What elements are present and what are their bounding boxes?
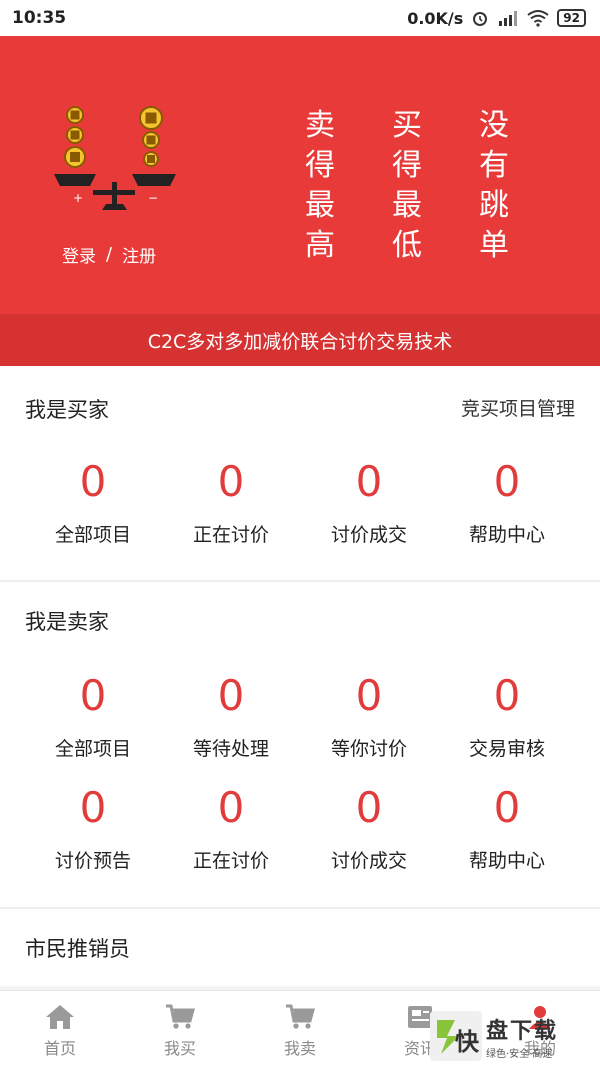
stat-value: 0 (217, 783, 245, 832)
svg-text:−: − (148, 191, 158, 205)
slogan-char: 没 (479, 108, 509, 143)
stat-label: 讨价成交 (330, 850, 407, 872)
stat-label: 全部项目 (54, 738, 131, 760)
status-bar: 10:35 0.0K/s 92 (0, 0, 600, 36)
tab-label: 我卖 (283, 1039, 316, 1058)
stat-label: 帮助中心 (468, 524, 545, 546)
slogan-char: 得 (305, 148, 335, 183)
stat-label: 等你讨价 (330, 738, 407, 760)
seller-stat-help[interactable]: 0 帮助中心 (438, 784, 576, 873)
buyer-stat-negotiating[interactable]: 0 正在讨价 (162, 458, 300, 547)
network-speed: 0.0K/s (407, 8, 464, 28)
wifi-icon (527, 9, 549, 27)
watermark-title: 盘下载 (486, 1018, 559, 1044)
download-logo-icon: 快 (437, 1020, 479, 1056)
svg-text:+: + (73, 191, 83, 205)
cart-icon (286, 1004, 315, 1029)
stat-value: 0 (493, 457, 521, 506)
promoter-title: 市民推销员 (25, 937, 130, 961)
seller-stat-negotiating[interactable]: 0 正在讨价 (162, 784, 300, 873)
signal-icon (497, 9, 519, 27)
stat-value: 0 (217, 457, 245, 506)
watermark-subtitle: 绿色·安全·高速 (486, 1048, 553, 1060)
tagline: C2C多对多加减价联合讨价交易技术 (147, 330, 453, 353)
promoter-section[interactable]: 市民推销员 (0, 909, 600, 986)
slogan-char: 最 (392, 188, 422, 223)
stat-value: 0 (79, 457, 107, 506)
seller-stat-review[interactable]: 0 交易审核 (438, 672, 576, 761)
watermark-logo: 快 (430, 1011, 482, 1061)
slogan-char: 有 (479, 148, 509, 183)
balance-scale-icon: + − (54, 106, 176, 210)
stat-value: 0 (493, 783, 521, 832)
slogan-char: 最 (305, 188, 335, 223)
seller-stat-deal[interactable]: 0 讨价成交 (300, 784, 438, 873)
tab-home[interactable]: 首页 (0, 991, 120, 1067)
stat-value: 0 (79, 783, 107, 832)
status-icons: 0.0K/s 92 (407, 9, 586, 28)
tab-sell[interactable]: 我卖 (240, 991, 360, 1067)
status-time: 10:35 (12, 8, 67, 28)
tab-label: 首页 (43, 1039, 76, 1058)
seller-section: 我是卖家 0 全部项目 0 等待处理 0 等你讨价 0 交易审核 0 讨价预告 0 正在讨价… (0, 582, 600, 904)
stat-label: 讨价成交 (330, 524, 407, 546)
buyer-stat-deal[interactable]: 0 讨价成交 (300, 458, 438, 547)
login-link[interactable]: 登录 (62, 242, 96, 267)
buyer-title: 我是买家 (25, 398, 109, 422)
seller-title: 我是卖家 (25, 610, 109, 634)
tab-label: 我买 (163, 1039, 196, 1058)
svg-text:快: 快 (455, 1028, 479, 1056)
seller-stats-row-1: 0 全部项目 0 等待处理 0 等你讨价 0 交易审核 (24, 672, 576, 761)
register-link[interactable]: 注册 (122, 242, 156, 267)
stat-value: 0 (355, 671, 383, 720)
stat-value: 0 (355, 783, 383, 832)
slogan-column-3: 没 有 跳 单 (476, 106, 512, 266)
stat-value: 0 (79, 671, 107, 720)
buyer-stats: 0 全部项目 0 正在讨价 0 讨价成交 0 帮助中心 (24, 458, 576, 547)
seller-stat-pending[interactable]: 0 等待处理 (162, 672, 300, 761)
seller-stats-row-2: 0 讨价预告 0 正在讨价 0 讨价成交 0 帮助中心 (24, 784, 576, 873)
seller-stat-awaiting-offer[interactable]: 0 等你讨价 (300, 672, 438, 761)
stat-label: 讨价预告 (54, 850, 131, 872)
slogan-char: 跳 (479, 188, 509, 223)
seller-stat-preview[interactable]: 0 讨价预告 (24, 784, 162, 873)
cart-icon (166, 1004, 195, 1029)
slogan-char: 高 (305, 228, 335, 263)
login-separator: / (106, 244, 113, 265)
tagline-band: C2C多对多加减价联合讨价交易技术 (0, 314, 600, 366)
slogan-column-2: 买 得 最 低 (389, 106, 425, 266)
buyer-project-manage-link[interactable]: 竞买项目管理 (461, 394, 575, 421)
slogan-char: 低 (392, 228, 422, 263)
stat-label: 交易审核 (468, 738, 545, 760)
slogan-char: 单 (479, 228, 509, 263)
home-icon (46, 1005, 74, 1029)
stat-value: 0 (355, 457, 383, 506)
stat-label: 正在讨价 (192, 850, 269, 872)
stat-label: 等待处理 (192, 738, 269, 760)
alarm-icon (471, 9, 489, 27)
battery-icon: 92 (557, 9, 586, 27)
stat-label: 帮助中心 (468, 850, 545, 872)
login-register: 登录 / 注册 (62, 242, 156, 267)
content-card: 我是买家 竞买项目管理 0 全部项目 0 正在讨价 0 讨价成交 0 帮助中心 我是卖家… (0, 366, 600, 986)
slogan-char: 买 (392, 108, 422, 143)
slogan: 卖 得 最 高 买 得 最 低 没 有 跳 单 (302, 106, 512, 266)
stat-value: 0 (217, 671, 245, 720)
stat-label: 全部项目 (54, 524, 131, 546)
slogan-char: 卖 (305, 108, 335, 143)
watermark: 快 盘下载 绿色·安全·高速 (430, 1010, 600, 1062)
buyer-stat-all[interactable]: 0 全部项目 (24, 458, 162, 547)
stat-label: 正在讨价 (192, 524, 269, 546)
seller-stat-all[interactable]: 0 全部项目 (24, 672, 162, 761)
hero-banner: + − 登录 / 注册 卖 得 最 高 买 得 最 低 没 有 跳 单 C2C多… (0, 36, 600, 366)
buyer-section: 我是买家 竞买项目管理 0 全部项目 0 正在讨价 0 讨价成交 0 帮助中心 (0, 366, 600, 578)
slogan-char: 得 (392, 148, 422, 183)
slogan-column-1: 卖 得 最 高 (302, 106, 338, 266)
watermark-text: 盘下载 绿色·安全·高速 (486, 1013, 558, 1060)
buyer-stat-help[interactable]: 0 帮助中心 (438, 458, 576, 547)
tab-buy[interactable]: 我买 (120, 991, 240, 1067)
stat-value: 0 (493, 671, 521, 720)
